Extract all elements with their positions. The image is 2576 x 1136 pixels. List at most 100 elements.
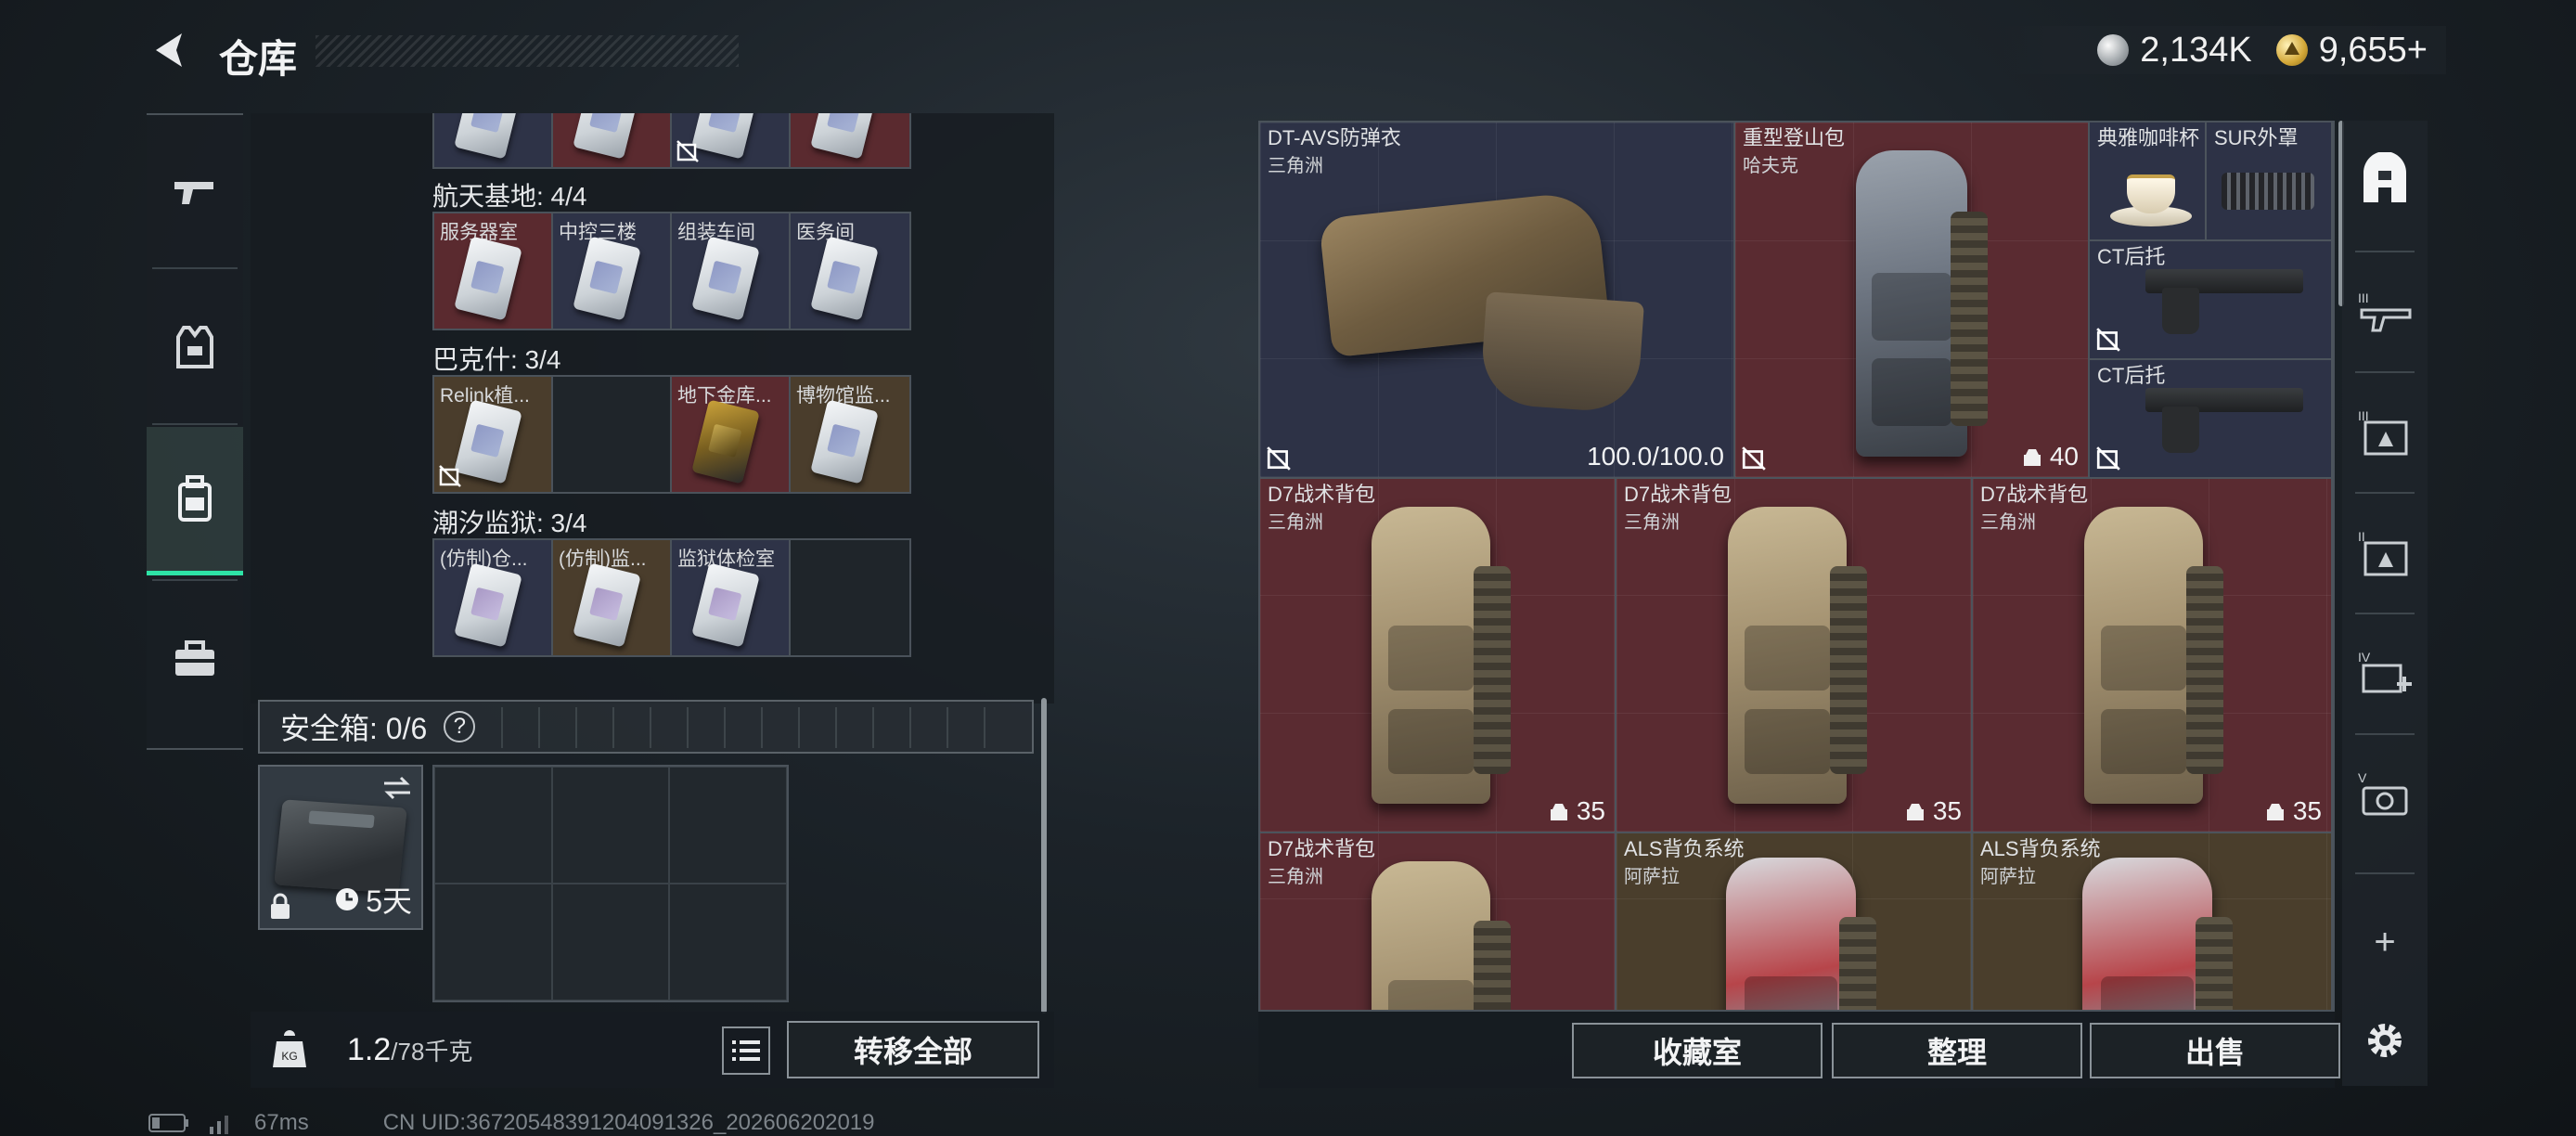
clock-icon bbox=[336, 888, 359, 910]
sell-button[interactable]: 出售 bbox=[2090, 1023, 2340, 1078]
keycard-slot[interactable]: (仿制)仓... bbox=[434, 540, 553, 655]
no-sell-icon bbox=[676, 140, 699, 162]
inventory-item-coffee-cup[interactable]: 典雅咖啡杯 bbox=[2090, 123, 2207, 241]
inventory-item-cover[interactable]: SUR外罩 bbox=[2207, 123, 2333, 241]
inventory-item-carrier[interactable]: ALS背负系统 阿萨拉 bbox=[1973, 833, 2333, 1010]
keycard-image bbox=[810, 399, 879, 484]
safebox-slot[interactable] bbox=[669, 884, 787, 1000]
safebox-help-button[interactable]: ? bbox=[444, 711, 476, 742]
stash-cell[interactable] bbox=[672, 113, 791, 167]
keycard-slot-empty[interactable] bbox=[553, 377, 672, 492]
item-name: CT后托 bbox=[2097, 245, 2166, 268]
inventory-item-backpack[interactable]: D7战术背包 三角洲 35 bbox=[1973, 479, 2333, 833]
inventory-item-stock[interactable]: CT后托 bbox=[2090, 241, 2333, 360]
no-sell-icon bbox=[2096, 446, 2120, 471]
rail-item-tier5-camera[interactable]: V bbox=[2342, 742, 2428, 845]
uid-text: CN UID:3672054839120409132​6_20260620201… bbox=[382, 1110, 875, 1135]
inventory-item-carrier[interactable]: ALS背负系统 阿萨拉 bbox=[1616, 833, 1973, 1010]
keycard-slot[interactable]: 医务间 bbox=[791, 213, 909, 329]
safebox-grid[interactable] bbox=[432, 765, 789, 1002]
toolbox-icon bbox=[175, 640, 214, 676]
add-filter-button[interactable]: + bbox=[2342, 891, 2428, 993]
safebox-timer-text: 5天 bbox=[366, 884, 412, 918]
keycard-slot[interactable]: 服务器室 bbox=[434, 213, 553, 329]
item-name: D7战术背包 bbox=[1624, 483, 1732, 506]
item-faction: 哈夫克 bbox=[1743, 156, 1798, 176]
collection-room-button[interactable]: 收藏室 bbox=[1572, 1023, 1823, 1078]
swap-icon[interactable] bbox=[380, 774, 414, 802]
svg-text:KG: KG bbox=[281, 1050, 297, 1063]
item-name: CT后托 bbox=[2097, 364, 2166, 387]
safebox-case[interactable]: 5天 bbox=[258, 765, 423, 930]
safebox-slot[interactable] bbox=[669, 767, 787, 884]
stash-icon bbox=[2363, 152, 2406, 202]
currency-bar: 2,134K 9,655+ bbox=[2001, 26, 2446, 74]
item-name: D7战术背包 bbox=[1980, 483, 2089, 506]
safebox-pattern bbox=[501, 707, 1021, 748]
keycard-image bbox=[691, 236, 760, 321]
inventory-item-vest[interactable]: DT-AVS防弹衣 三角洲 100.0/100.0 bbox=[1260, 123, 1735, 479]
settings-button[interactable] bbox=[2342, 989, 2428, 1091]
stash-scrollbar[interactable] bbox=[1041, 698, 1047, 1013]
inventory-item-backpack[interactable]: D7战术背包 三角洲 35 bbox=[1260, 479, 1616, 833]
keycard-slot[interactable]: 监狱体检室 bbox=[672, 540, 791, 655]
stash-cell[interactable] bbox=[434, 113, 553, 167]
stash-row-top-partial bbox=[432, 113, 911, 169]
item-name: ALS背负系统 bbox=[1624, 837, 1745, 860]
item-capacity: 35 bbox=[1549, 796, 1605, 826]
safebox-timer: 5天 bbox=[334, 878, 412, 921]
item-durability: 100.0/100.0 bbox=[1587, 442, 1724, 471]
keycard-slot[interactable]: Relink植... bbox=[434, 377, 553, 492]
capacity-icon bbox=[1906, 804, 1924, 820]
rail-item-armor[interactable] bbox=[147, 271, 243, 423]
capacity-icon bbox=[2266, 804, 2284, 820]
safebox-header: 安全箱: 0/6 ? bbox=[258, 700, 1034, 754]
rail-divider bbox=[2355, 371, 2415, 373]
backpack-icon bbox=[178, 474, 212, 522]
safebox-slot[interactable] bbox=[434, 884, 552, 1000]
gold-currency[interactable]: 9,655+ bbox=[2275, 31, 2428, 71]
organize-button[interactable]: 整理 bbox=[1832, 1023, 2082, 1078]
list-view-button[interactable] bbox=[722, 1026, 770, 1075]
item-name: D7战术背包 bbox=[1268, 837, 1376, 860]
header: 仓库 bbox=[139, 24, 739, 81]
keycard-label: 博物馆监... bbox=[796, 385, 891, 407]
item-faction: 三角洲 bbox=[1980, 512, 2036, 533]
stash-cell[interactable] bbox=[791, 113, 909, 167]
keycard-slot[interactable]: 地下金库... bbox=[672, 377, 791, 492]
rail-item-stash[interactable] bbox=[2342, 128, 2428, 230]
status-bar: 67ms CN UID:3672054839120409132​6_202606… bbox=[148, 1110, 875, 1136]
keycard-image bbox=[573, 562, 641, 648]
inventory-item-backpack[interactable]: D7战术背包 三角洲 35 bbox=[1616, 479, 1973, 833]
rail-item-toolbox[interactable] bbox=[147, 583, 243, 735]
inventory-item-stock[interactable]: CT后托 bbox=[2090, 360, 2333, 479]
rail-item-tier3-weapon[interactable]: III bbox=[2342, 260, 2428, 362]
keycard-slot[interactable]: (仿制)监... bbox=[553, 540, 672, 655]
keycard-slot[interactable]: 博物馆监... bbox=[791, 377, 909, 492]
safebox-slot[interactable] bbox=[551, 767, 670, 884]
stash-panel[interactable]: 航天基地: 4/4 服务器室 中控三楼 组装车间 医务间 巴克什: 3/4 Re… bbox=[251, 113, 1054, 704]
item-faction: 阿萨拉 bbox=[1980, 867, 2036, 887]
back-arrow-icon[interactable] bbox=[148, 28, 189, 72]
battery-icon bbox=[148, 1114, 188, 1132]
keycard-slot[interactable]: 组装车间 bbox=[672, 213, 791, 329]
inventory-item-backpack[interactable]: D7战术背包 三角洲 bbox=[1260, 833, 1616, 1010]
keycard-label: 监狱体检室 bbox=[677, 549, 775, 570]
keycard-slot-empty[interactable] bbox=[791, 540, 909, 655]
transfer-all-button[interactable]: 转移全部 bbox=[787, 1021, 1039, 1078]
rail-item-tier3-armor[interactable]: III bbox=[2342, 381, 2428, 483]
rail-item-backpack[interactable] bbox=[147, 427, 243, 575]
stash-cell[interactable] bbox=[553, 113, 672, 167]
keycard-image bbox=[573, 236, 641, 321]
backpack-image bbox=[1728, 507, 1867, 804]
ping-text: 67ms bbox=[254, 1110, 309, 1135]
rail-item-tier2-armor[interactable]: II bbox=[2342, 501, 2428, 603]
inventory-grid[interactable]: DT-AVS防弹衣 三角洲 100.0/100.0 重型登山包 哈夫克 40 典… bbox=[1258, 121, 2335, 1012]
inventory-item-backpack[interactable]: 重型登山包 哈夫克 40 bbox=[1735, 123, 2090, 479]
safebox-slot[interactable] bbox=[551, 884, 670, 1000]
safebox-slot[interactable] bbox=[434, 767, 552, 884]
rail-item-tier4-medical[interactable]: IV bbox=[2342, 622, 2428, 724]
rail-divider bbox=[152, 579, 238, 581]
keycard-slot[interactable]: 中控三楼 bbox=[553, 213, 672, 329]
rail-item-weapons[interactable] bbox=[147, 115, 243, 267]
